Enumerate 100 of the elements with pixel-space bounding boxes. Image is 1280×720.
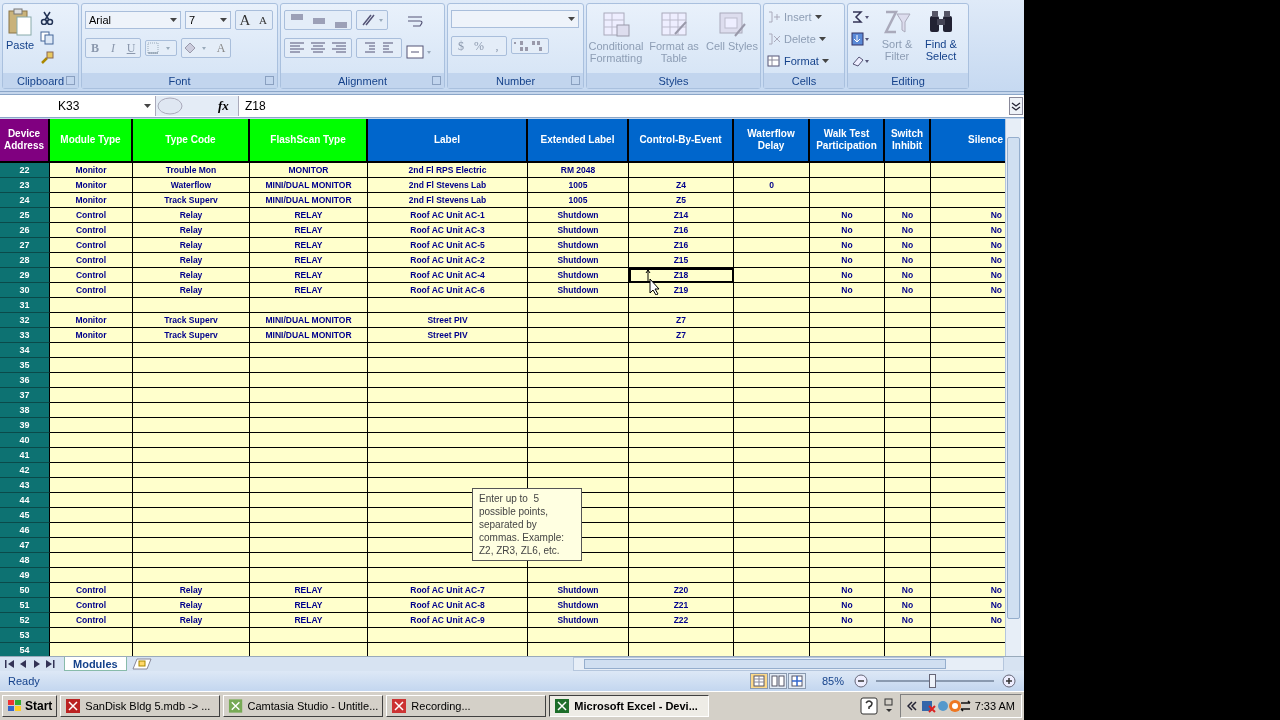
caret-icon[interactable]: [568, 17, 575, 21]
caret-icon[interactable]: [220, 18, 227, 22]
slider-thumb[interactable]: [928, 674, 936, 688]
shrink-font-button[interactable]: A: [254, 11, 272, 29]
row-header[interactable]: 45: [0, 508, 50, 523]
table-cell: No: [885, 583, 931, 598]
row-header[interactable]: 37: [0, 388, 50, 403]
taskbar-button[interactable]: Recording...: [386, 695, 547, 717]
row-header[interactable]: 51: [0, 598, 50, 613]
table-cell: No: [931, 253, 1005, 268]
group-label: Font: [168, 74, 191, 87]
name-box[interactable]: K33: [0, 96, 155, 116]
increase-decimal-icon[interactable]: [512, 39, 530, 53]
row-header[interactable]: 53: [0, 628, 50, 643]
zoom-out-icon[interactable]: [854, 674, 868, 688]
row-header[interactable]: 39: [0, 418, 50, 433]
table-cell: RELAY: [250, 208, 368, 223]
row-header[interactable]: 43: [0, 478, 50, 493]
row-header[interactable]: 30: [0, 283, 50, 298]
row-header[interactable]: 41: [0, 448, 50, 463]
table-cell: Z4: [629, 178, 734, 193]
table-cell: No: [810, 223, 885, 238]
table-cell: [885, 538, 931, 553]
table-cell: Z14: [629, 208, 734, 223]
copy-icon[interactable]: [40, 31, 55, 45]
cell-styles-icon: [717, 10, 747, 38]
taskbar-button[interactable]: Camtasia Studio - Untitle...: [223, 695, 384, 717]
row-header[interactable]: 40: [0, 433, 50, 448]
table-cell: [885, 298, 931, 313]
row-header[interactable]: 50: [0, 583, 50, 598]
insert-sheet-icon[interactable]: [130, 658, 153, 670]
row-header[interactable]: 35: [0, 358, 50, 373]
row-header[interactable]: 38: [0, 403, 50, 418]
page-layout-icon[interactable]: [768, 673, 787, 689]
row-header[interactable]: 33: [0, 328, 50, 343]
table-cell: [885, 193, 931, 208]
row-header[interactable]: 22: [0, 163, 50, 178]
row-header[interactable]: 54: [0, 643, 50, 656]
caret-icon[interactable]: [170, 18, 177, 22]
table-cell: Z18: [629, 268, 734, 283]
column-header: Module Type: [50, 119, 133, 163]
page-break-icon[interactable]: [787, 673, 806, 689]
paste-button[interactable]: Paste: [6, 7, 35, 51]
table-cell: Z22: [629, 613, 734, 628]
table-cell: Z16: [629, 238, 734, 253]
row-header[interactable]: 31: [0, 298, 50, 313]
row-header[interactable]: 42: [0, 463, 50, 478]
taskbar-button[interactable]: SanDisk Bldg 5.mdb -> ...: [60, 695, 221, 717]
chevron-icon[interactable]: [906, 700, 917, 712]
find-button[interactable]: Find & Select: [921, 8, 961, 70]
sheet-tab[interactable]: Modules: [64, 657, 127, 671]
table-cell: Shutdown: [528, 283, 629, 298]
table-cell: No: [810, 268, 885, 283]
orientation-icon[interactable]: [356, 10, 388, 30]
row-header[interactable]: 25: [0, 208, 50, 223]
row-header[interactable]: 47: [0, 538, 50, 553]
table-cell: RM 2048: [528, 163, 629, 178]
row-header[interactable]: 46: [0, 523, 50, 538]
row-header[interactable]: 48: [0, 553, 50, 568]
font-size-field[interactable]: 7: [185, 11, 231, 29]
format-button[interactable]: Format: [767, 52, 829, 70]
row-header[interactable]: 49: [0, 568, 50, 583]
column-header: Control-By-Event: [629, 119, 734, 163]
format-painter-icon[interactable]: [40, 51, 55, 65]
row-header[interactable]: 23: [0, 178, 50, 193]
zoom-level[interactable]: 85%: [821, 675, 844, 687]
table-cell: No: [931, 613, 1005, 628]
row-header[interactable]: 24: [0, 193, 50, 208]
formula-field[interactable]: Z18: [239, 99, 1009, 113]
start-button[interactable]: Start: [2, 695, 58, 717]
row-header[interactable]: 26: [0, 223, 50, 238]
table-cell: Street PIV: [368, 328, 528, 343]
row-header[interactable]: 52: [0, 613, 50, 628]
font-name-field[interactable]: Arial: [85, 11, 181, 29]
row-header[interactable]: 28: [0, 253, 50, 268]
table-cell: Control: [50, 253, 133, 268]
row-header[interactable]: 27: [0, 238, 50, 253]
help-icon[interactable]: [859, 697, 878, 715]
table-cell: Control: [50, 613, 133, 628]
tray-icons[interactable]: [920, 698, 971, 714]
table-cell: Z21: [629, 598, 734, 613]
caret-icon[interactable]: [821, 59, 829, 63]
table-cell: No: [810, 208, 885, 223]
row-header[interactable]: 36: [0, 373, 50, 388]
row-header[interactable]: 32: [0, 313, 50, 328]
expand-icon[interactable]: [1009, 97, 1023, 115]
insert-function-button[interactable]: fx: [218, 98, 229, 114]
taskbar-button[interactable]: Microsoft Excel - Devi...: [549, 695, 710, 717]
normal-view-icon[interactable]: [749, 673, 768, 689]
grow-font-button[interactable]: A: [236, 11, 254, 29]
row-header[interactable]: 29: [0, 268, 50, 283]
vertical-scrollbar[interactable]: [1005, 119, 1021, 656]
horizontal-scrollbar[interactable]: [572, 657, 1004, 671]
caret-icon[interactable]: [144, 104, 151, 108]
cut-icon[interactable]: [40, 11, 55, 25]
row-header[interactable]: 34: [0, 343, 50, 358]
row-header[interactable]: 44: [0, 493, 50, 508]
table-cell: RELAY: [250, 583, 368, 598]
number-format-field[interactable]: [451, 10, 579, 28]
zoom-in-icon[interactable]: [1002, 674, 1016, 688]
